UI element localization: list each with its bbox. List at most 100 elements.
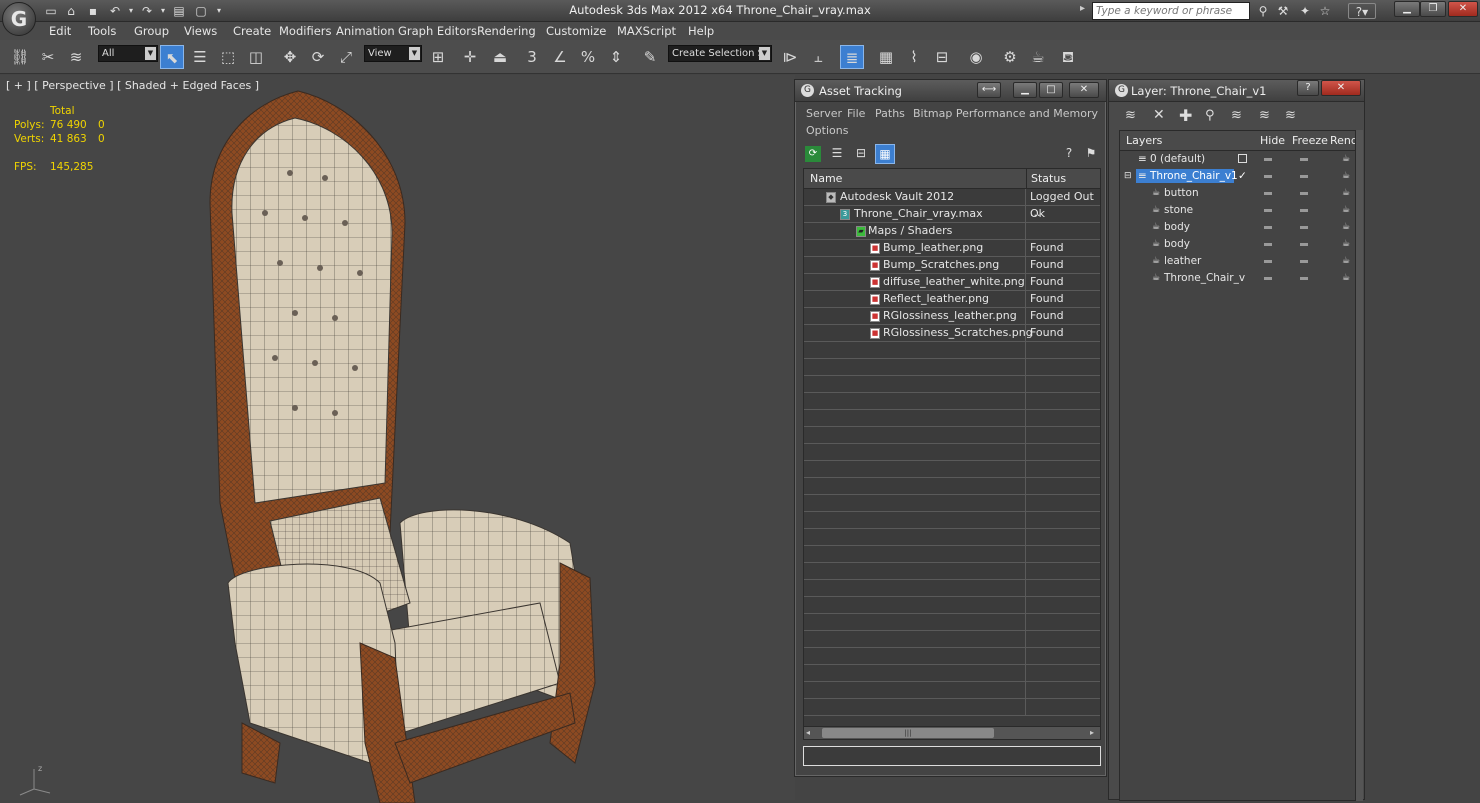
graphite-ribbon-icon[interactable]: ▦ <box>874 45 898 69</box>
new-file-icon[interactable]: ▭ <box>42 3 60 19</box>
search-input[interactable]: Type a keyword or phrase <box>1092 2 1250 20</box>
collapse-icon[interactable]: ⊟ <box>1124 168 1132 184</box>
freeze-toggle[interactable] <box>1300 192 1308 195</box>
layer-object-row[interactable]: ☕ button ☕ <box>1120 185 1356 201</box>
layer-close-button[interactable]: ✕ <box>1321 80 1361 96</box>
menu-views[interactable]: Views <box>184 24 217 38</box>
select-and-link-icon[interactable]: ⛓ <box>8 45 32 69</box>
hide-toggle[interactable] <box>1264 175 1272 178</box>
hide-toggle[interactable] <box>1264 243 1272 246</box>
asset-row-bitmap[interactable]: ■ diffuse_leather_white.png Found <box>804 274 1100 291</box>
asset-menu-server[interactable]: Server <box>806 107 842 120</box>
edit-named-selection-icon[interactable]: ✎ <box>638 45 662 69</box>
binoculars-icon[interactable]: ⚲ <box>1254 3 1272 19</box>
asset-menu-paths[interactable]: Paths <box>875 107 905 120</box>
create-layer-icon[interactable]: ≋ <box>1125 108 1136 123</box>
asset-grid[interactable]: Name Status ◆ Autodesk Vault 2012 Logged … <box>803 168 1101 728</box>
render-teapot-icon[interactable]: ☕ <box>1342 151 1350 167</box>
refresh-icon[interactable]: ⟳ <box>805 146 821 162</box>
help-icon[interactable]: ?▾ <box>1348 3 1376 19</box>
layer-object-row[interactable]: ☕ Throne_Chair_v ☕ <box>1120 270 1356 286</box>
scroll-right-icon[interactable]: ▸ <box>1090 728 1094 737</box>
render-teapot-icon[interactable]: ☕ <box>1342 185 1350 201</box>
asset-row-vault[interactable]: ◆ Autodesk Vault 2012 Logged Out ... <box>804 189 1100 219</box>
hide-toggle[interactable] <box>1264 209 1272 212</box>
workspace-icon[interactable]: ▢ <box>192 3 210 19</box>
rendered-frame-icon[interactable]: ☕ <box>1026 45 1050 69</box>
select-object-icon[interactable]: ⬉ <box>160 45 184 69</box>
freeze-toggle[interactable] <box>1300 158 1308 161</box>
menu-graph-editors[interactable]: Graph Editors <box>398 24 477 38</box>
layer-object-row[interactable]: ☕ body ☕ <box>1120 236 1356 252</box>
render-teapot-icon[interactable]: ☕ <box>1342 202 1350 218</box>
mirror-icon[interactable]: ⧐ <box>778 45 802 69</box>
hide-toggle[interactable] <box>1264 260 1272 263</box>
search-expand-icon[interactable]: ▸ <box>1080 3 1085 14</box>
named-selection-dropdown[interactable]: Create Selection Se ▼ <box>668 45 772 62</box>
quick-access-dropdown-icon[interactable]: ▾ <box>210 3 228 19</box>
maximize-button[interactable]: ❐ <box>1420 1 1446 17</box>
horizontal-scrollbar[interactable]: ◂ ||| ▸ <box>803 726 1101 740</box>
hide-toggle[interactable] <box>1264 277 1272 280</box>
freeze-toggle[interactable] <box>1300 277 1308 280</box>
subscription-icon[interactable]: ⚒ <box>1274 3 1292 19</box>
col-name-header[interactable]: Name <box>810 169 842 189</box>
layer-titlebar[interactable]: G Layer: Throne_Chair_v1 ? ✕ <box>1109 80 1364 102</box>
freeze-toggle[interactable] <box>1300 260 1308 263</box>
perspective-viewport[interactable]: [ + ] [ Perspective ] [ Shaded + Edged F… <box>0 75 795 803</box>
spinner-snap-icon[interactable]: ⇕ <box>604 45 628 69</box>
render-teapot-icon[interactable]: ☕ <box>1342 219 1350 235</box>
delete-layer-icon[interactable]: ✕ <box>1153 107 1165 123</box>
communication-icon[interactable]: ✦ <box>1296 3 1314 19</box>
current-layer-check-icon[interactable]: ✓ <box>1238 168 1247 184</box>
select-objects-icon[interactable]: ⚲ <box>1205 108 1215 123</box>
throne-chair-model[interactable] <box>180 83 620 803</box>
bind-space-warp-icon[interactable]: ≋ <box>64 45 88 69</box>
table-view-icon[interactable]: ▦ <box>875 144 895 164</box>
vertical-scrollbar[interactable] <box>1355 130 1363 801</box>
schematic-view-icon[interactable]: ⊟ <box>930 45 954 69</box>
asset-menu-bitmap[interactable]: Bitmap Performance and Memory <box>913 107 1098 120</box>
angle-snap-icon[interactable]: ∠ <box>548 45 572 69</box>
asset-row-bitmap[interactable]: ■ RGlossiness_Scratches.png Found <box>804 325 1100 342</box>
menu-help[interactable]: Help <box>688 24 714 38</box>
favorites-star-icon[interactable]: ☆ <box>1316 3 1334 19</box>
rect-selection-icon[interactable]: ⬚ <box>216 45 240 69</box>
render-teapot-icon[interactable]: ☕ <box>1342 270 1350 286</box>
list-view-icon[interactable]: ☰ <box>829 146 845 162</box>
layer-object-row[interactable]: ☕ body ☕ <box>1120 219 1356 235</box>
tree-view-icon[interactable]: ⊟ <box>853 146 869 162</box>
menu-create[interactable]: Create <box>233 24 271 38</box>
layer-manager-icon[interactable]: ≣ <box>840 45 864 69</box>
close-button[interactable]: ✕ <box>1448 1 1478 17</box>
material-editor-icon[interactable]: ◉ <box>964 45 988 69</box>
highlight-layer-icon[interactable]: ≋ <box>1231 108 1242 123</box>
menu-modifiers[interactable]: Modifiers <box>279 24 332 38</box>
minimize-button[interactable]: ▁ <box>1394 1 1420 17</box>
freeze-toggle[interactable] <box>1300 226 1308 229</box>
rotate-icon[interactable]: ⟳ <box>306 45 330 69</box>
layer-list[interactable]: Layers Hide Freeze Rende ≡ 0 (default) ☕… <box>1119 130 1363 801</box>
freeze-toggle[interactable] <box>1300 243 1308 246</box>
layer-object-row[interactable]: ☕ stone ☕ <box>1120 202 1356 218</box>
scrollbar-thumb[interactable]: ||| <box>822 728 994 738</box>
layer-object-row[interactable]: ☕ leather ☕ <box>1120 253 1356 269</box>
col-freeze-header[interactable]: Freeze <box>1292 131 1328 151</box>
freeze-toggle[interactable] <box>1300 209 1308 212</box>
asset-menu-options[interactable]: Options <box>806 124 848 137</box>
add-to-layer-icon[interactable]: ✚ <box>1179 106 1192 125</box>
current-layer-checkbox[interactable] <box>1238 154 1247 163</box>
panel-maximize-button[interactable]: □ <box>1039 82 1063 98</box>
render-production-icon[interactable]: ⛾ <box>1056 45 1080 69</box>
panel-minimize-button[interactable]: ▁ <box>1013 82 1037 98</box>
menu-edit[interactable]: Edit <box>49 24 71 38</box>
hide-toggle[interactable] <box>1264 192 1272 195</box>
window-crossing-icon[interactable]: ◫ <box>244 45 268 69</box>
app-logo-icon[interactable]: G <box>2 2 36 36</box>
hide-toggle[interactable] <box>1264 226 1272 229</box>
asset-row-maps[interactable]: ▰ Maps / Shaders <box>804 223 1100 240</box>
layer-help-button[interactable]: ? <box>1297 80 1319 96</box>
asset-row-bitmap[interactable]: ■ Bump_Scratches.png Found <box>804 257 1100 274</box>
col-hide-header[interactable]: Hide <box>1260 131 1285 151</box>
freeze-toggle[interactable] <box>1300 175 1308 178</box>
